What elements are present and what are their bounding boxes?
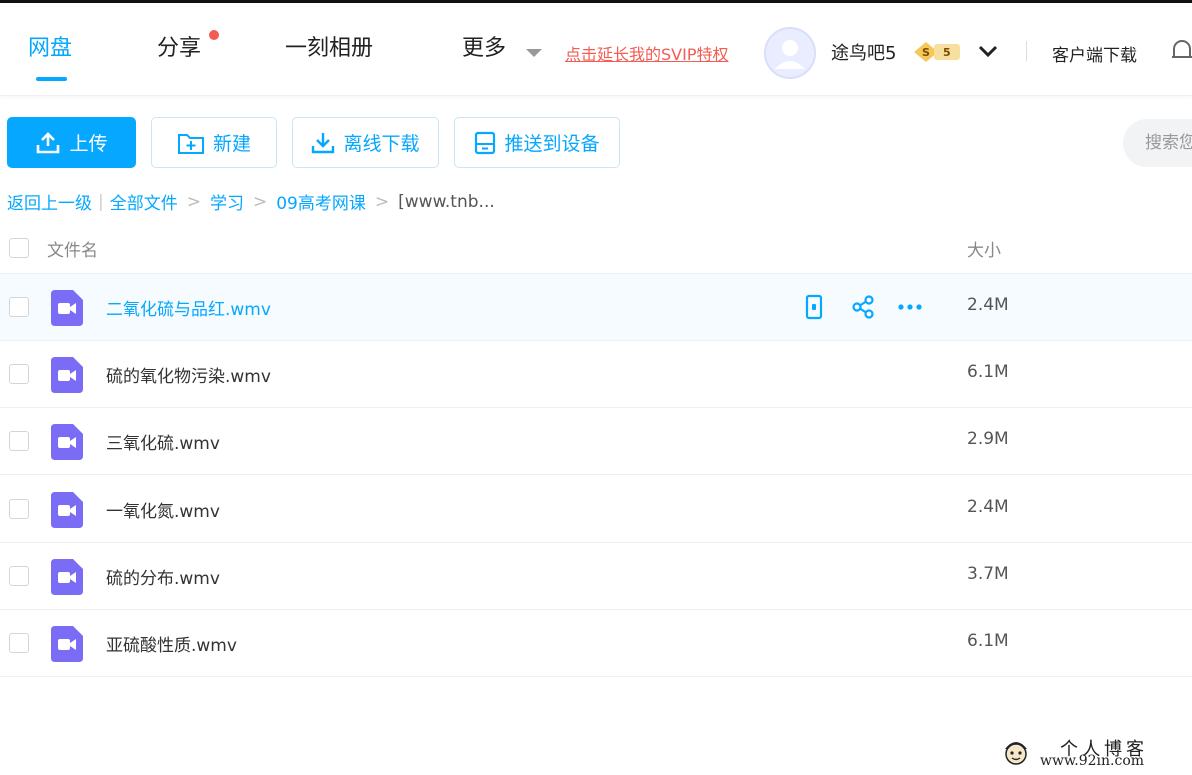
header-divider [1026, 41, 1027, 61]
user-avatar[interactable] [764, 27, 816, 79]
upload-icon [37, 131, 60, 153]
video-file-icon [51, 626, 83, 662]
download-icon [312, 132, 335, 153]
file-name[interactable]: 三氧化硫.wmv [106, 429, 220, 454]
file-row[interactable]: 二氧化硫与品红.wmv 2.4M [0, 274, 1192, 341]
breadcrumb-item-all-files[interactable]: 全部文件 [110, 189, 178, 214]
share-icon[interactable] [850, 294, 876, 320]
file-size: 6.1M [967, 362, 1009, 382]
nav-tab-share[interactable]: 分享 [157, 35, 201, 63]
row-checkbox[interactable] [9, 633, 29, 653]
breadcrumb-separator: > [186, 191, 201, 212]
new-folder-button[interactable]: 新建 [151, 117, 277, 168]
file-row[interactable]: 硫的分布.wmv 3.7M [0, 543, 1192, 610]
row-checkbox[interactable] [9, 297, 29, 317]
file-size: 2.4M [967, 295, 1009, 315]
offline-download-label: 离线下载 [343, 133, 420, 155]
cartoon-face-icon [1005, 742, 1027, 765]
column-header-name[interactable]: 文件名 [47, 236, 98, 261]
user-menu-chevron-icon[interactable] [977, 41, 999, 61]
row-checkbox[interactable] [9, 431, 29, 451]
breadcrumb: 返回上一级 | 全部文件 > 学习 > 09高考网课 > [www.tnb... [7, 189, 495, 215]
video-file-icon [51, 357, 83, 393]
video-file-icon [51, 290, 83, 326]
file-row[interactable]: 硫的氧化物污染.wmv 6.1M [0, 341, 1192, 408]
breadcrumb-item-study[interactable]: 学习 [210, 189, 244, 214]
video-file-icon [51, 424, 83, 460]
active-tab-underline [36, 77, 67, 81]
svip-level-badge: S 5 [912, 40, 962, 64]
file-name[interactable]: 硫的分布.wmv [106, 564, 220, 589]
file-row[interactable]: 一氧化氮.wmv 2.4M [0, 476, 1192, 543]
file-size: 3.7M [967, 564, 1009, 584]
svg-text:S: S [922, 46, 930, 59]
nav-tab-more[interactable]: 更多 [462, 35, 506, 63]
breadcrumb-divider: | [98, 191, 104, 212]
video-file-icon [51, 492, 83, 528]
row-checkbox[interactable] [9, 364, 29, 384]
file-name[interactable]: 亚硫酸性质.wmv [106, 631, 237, 656]
svg-text:5: 5 [943, 46, 951, 59]
select-all-checkbox[interactable] [9, 238, 29, 258]
bell-icon[interactable] [1170, 37, 1192, 65]
breadcrumb-back-link[interactable]: 返回上一级 [7, 189, 92, 214]
breadcrumb-separator: > [252, 191, 268, 212]
client-download-link[interactable]: 客户端下载 [1052, 41, 1137, 66]
file-list-header: 文件名 大小 [0, 222, 1192, 274]
top-navigation-bar: 网盘 分享 一刻相册 更多 点击延长我的SVIP特权 途鸟吧5 S 5 客户端下… [0, 3, 1192, 96]
push-to-phone-icon[interactable] [801, 294, 827, 320]
device-icon [475, 131, 496, 154]
file-size: 6.1M [967, 631, 1009, 651]
watermark-url: www.92in.com [1040, 753, 1145, 769]
file-name[interactable]: 一氧化氮.wmv [106, 497, 220, 522]
share-notification-dot [209, 30, 219, 40]
new-folder-label: 新建 [212, 133, 251, 155]
offline-download-button[interactable]: 离线下载 [292, 117, 439, 168]
file-name[interactable]: 硫的氧化物污染.wmv [106, 362, 271, 387]
breadcrumb-separator: > [374, 191, 390, 212]
nav-tab-album[interactable]: 一刻相册 [285, 35, 373, 63]
svip-renew-link[interactable]: 点击延长我的SVIP特权 [565, 41, 728, 65]
file-row[interactable]: 亚硫酸性质.wmv 6.1M [0, 610, 1192, 677]
new-folder-icon [177, 133, 204, 154]
more-options-icon[interactable] [897, 294, 923, 320]
file-size: 2.4M [967, 497, 1009, 517]
column-header-size[interactable]: 大小 [967, 236, 1001, 261]
push-to-device-label: 推送到设备 [504, 133, 600, 155]
nav-tab-netdisk[interactable]: 网盘 [28, 35, 72, 63]
upload-label: 上传 [69, 133, 108, 155]
breadcrumb-item-courses[interactable]: 09高考网课 [276, 189, 366, 214]
file-name[interactable]: 二氧化硫与品红.wmv [106, 295, 271, 320]
file-size: 2.9M [967, 429, 1009, 449]
breadcrumb-current: [www.tnb... [398, 191, 495, 212]
file-row[interactable]: 三氧化硫.wmv 2.9M [0, 408, 1192, 475]
push-to-device-button[interactable]: 推送到设备 [454, 117, 620, 168]
site-watermark: 个人博客 www.92in.com [1000, 733, 1190, 773]
svip-diamond-icon: S 5 [914, 42, 960, 62]
row-checkbox[interactable] [9, 499, 29, 519]
row-checkbox[interactable] [9, 566, 29, 586]
more-dropdown-icon[interactable] [526, 49, 542, 57]
username[interactable]: 途鸟吧5 [831, 39, 896, 65]
avatar-silhouette-icon [766, 29, 814, 77]
video-file-icon [51, 559, 83, 595]
search-input[interactable]: 搜索您 [1123, 119, 1192, 167]
upload-button[interactable]: 上传 [7, 117, 136, 168]
